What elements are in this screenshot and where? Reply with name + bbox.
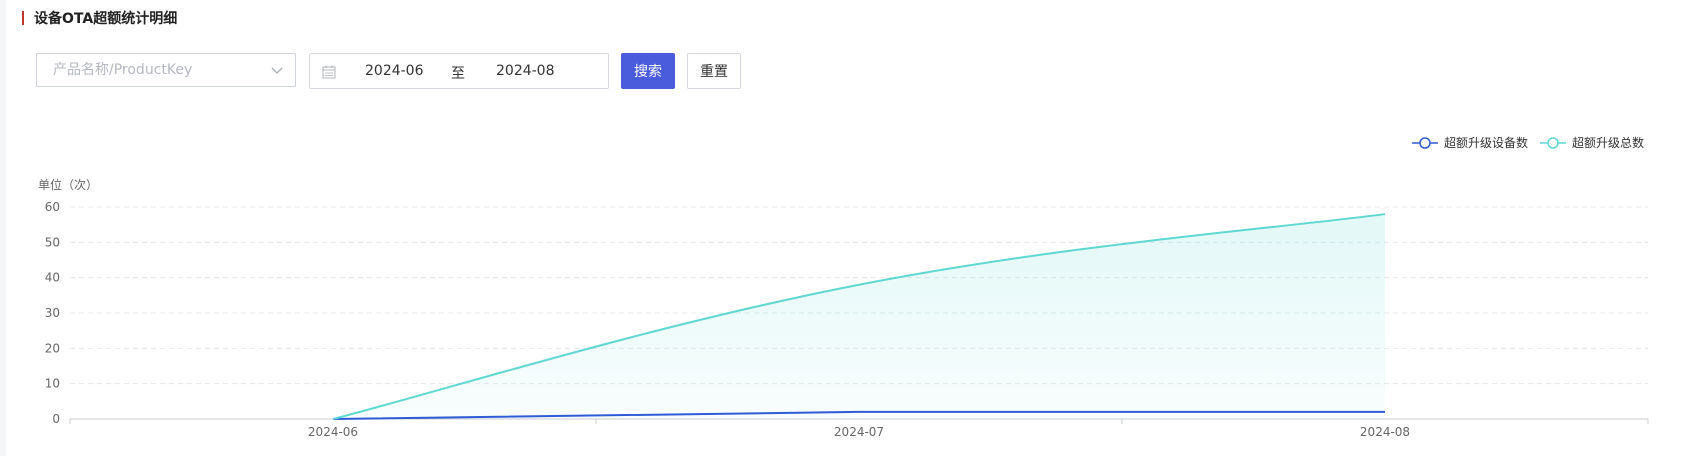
y-tick-label: 40 [45,271,60,285]
line-chart: 0 10 20 30 40 50 60 2024-06 2024-07 2024-08 [45,200,1649,439]
x-tick-label: 2024-07 [834,425,884,439]
y-tick-label: 30 [45,306,60,320]
y-tick-label: 20 [45,341,60,355]
y-tick-label: 0 [52,412,60,426]
x-tick-label: 2024-06 [308,425,358,439]
y-tick-label: 50 [45,235,60,249]
y-tick-label: 10 [45,377,60,391]
x-tick-label: 2024-08 [1360,425,1410,439]
series-area-2 [333,214,1385,419]
y-tick-label: 60 [45,200,60,214]
